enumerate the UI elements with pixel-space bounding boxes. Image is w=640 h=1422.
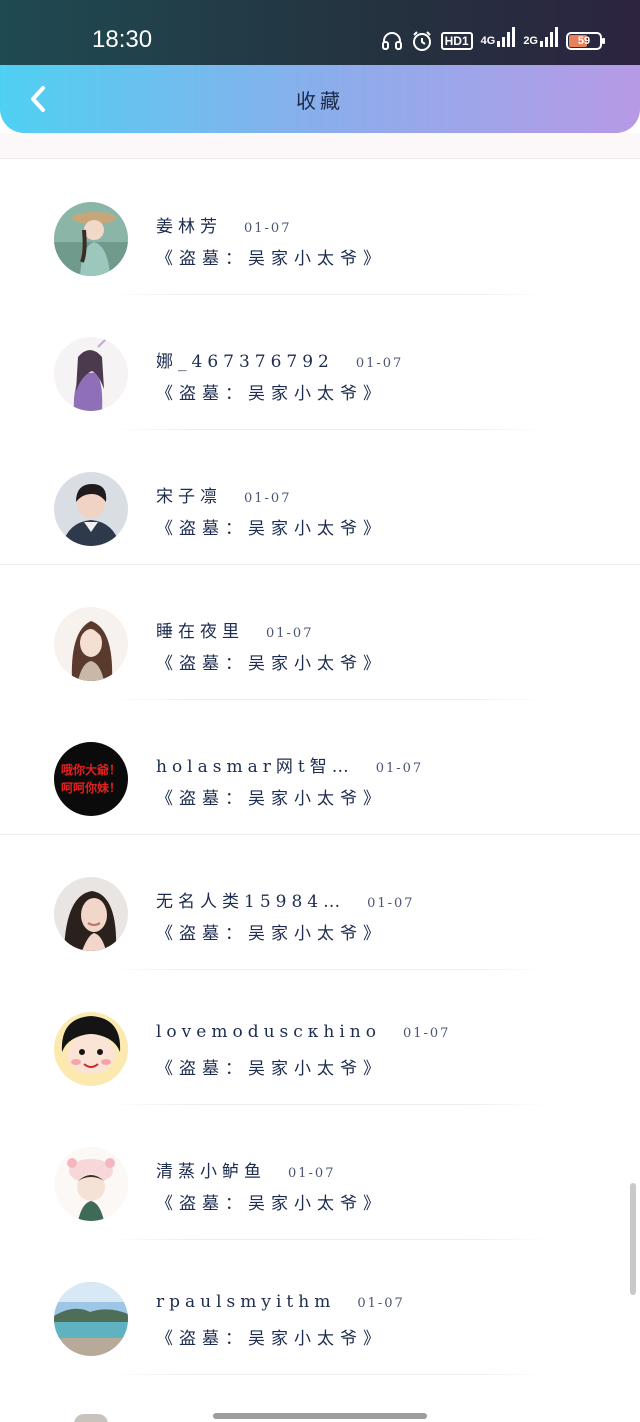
list-item[interactable]: rpaulsmyithm 01-07 《盗墓：吴家小太爷》: [0, 1240, 640, 1375]
battery-icon: 59: [566, 32, 605, 50]
date: 01-07: [402, 1026, 451, 1041]
avatar[interactable]: [54, 1012, 128, 1086]
book-title[interactable]: 《盗墓：吴家小太爷》: [156, 1189, 386, 1214]
book-title[interactable]: 《盗墓：吴家小太爷》: [156, 784, 386, 809]
list-item[interactable]: 姜林芳 01-07 《盗墓：吴家小太爷》: [0, 160, 640, 295]
list-item[interactable]: 清蒸小鲈鱼 01-07 《盗墓：吴家小太爷》: [0, 1105, 640, 1240]
divider: [110, 1374, 550, 1375]
avatar[interactable]: 哦你大爺！ 呵呵你妹！: [54, 742, 128, 816]
avatar[interactable]: [54, 877, 128, 951]
list-item[interactable]: lovemoduscкhino 01-07 《盗墓：吴家小太爷》: [0, 970, 640, 1105]
list-item[interactable]: 哦你大爺！ 呵呵你妹！ holasmar网t智… 01-07 《盗墓：吴家小太爷》: [0, 700, 640, 835]
date: 01-07: [244, 221, 292, 236]
hd-icon: HD1: [440, 32, 473, 50]
page-title: 收藏: [296, 89, 344, 113]
user-name: 宋子凛: [156, 487, 222, 507]
list-item[interactable]: 睡在夜里 01-07 《盗墓：吴家小太爷》: [0, 565, 640, 700]
date: 01-07: [357, 1296, 405, 1311]
net-4g-label: 4G: [480, 35, 496, 47]
date: 01-07: [244, 491, 292, 506]
status-icons: HD1 4G 2G 59: [381, 26, 605, 56]
book-title[interactable]: 《盗墓：吴家小太爷》: [156, 1054, 386, 1079]
net-2g-label: 2G: [523, 35, 538, 47]
user-name: rpaulsmyithm: [156, 1292, 336, 1312]
avatar-text-line-1: 哦你大爺！: [61, 762, 121, 777]
home-indicator[interactable]: [213, 1413, 427, 1419]
book-title[interactable]: 《盗墓：吴家小太爷》: [156, 379, 386, 404]
header-bar: 收藏: [0, 65, 640, 133]
date: 01-07: [375, 761, 424, 776]
user-name: lovemoduscкhino: [156, 1022, 381, 1042]
date: 01-07: [288, 1166, 336, 1181]
avatar[interactable]: [54, 202, 128, 276]
date: 01-07: [355, 356, 404, 371]
avatar-text-line-2: 呵呵你妹！: [61, 780, 121, 795]
scrollbar[interactable]: [630, 1183, 636, 1295]
user-name: 睡在夜里: [156, 622, 244, 642]
user-name: 无名人类15984…: [156, 892, 346, 912]
book-title[interactable]: 《盗墓：吴家小太爷》: [156, 1324, 386, 1349]
alarm-icon: [411, 30, 433, 52]
battery-level: 59: [577, 35, 591, 47]
avatar[interactable]: [54, 472, 128, 546]
list-item[interactable]: 娜_467376792 01-07 《盗墓：吴家小太爷》: [0, 295, 640, 430]
signal-2g-icon: 2G: [523, 27, 558, 47]
list-item[interactable]: 宋子凛 01-07 《盗墓：吴家小太爷》: [0, 430, 640, 565]
signal-4g-icon: 4G: [480, 27, 516, 47]
book-title[interactable]: 《盗墓：吴家小太爷》: [156, 919, 386, 944]
status-time: 18:30: [92, 26, 153, 53]
header-strip: [0, 133, 640, 159]
favorites-list: 姜林芳 01-07 《盗墓：吴家小太爷》 娜_467376792 01-07 《盗墓…: [0, 160, 640, 1375]
avatar[interactable]: [74, 1414, 108, 1422]
book-title[interactable]: 《盗墓：吴家小太爷》: [156, 649, 386, 674]
avatar[interactable]: [54, 1147, 128, 1221]
date: 01-07: [367, 896, 415, 911]
book-title[interactable]: 《盗墓：吴家小太爷》: [156, 244, 386, 269]
user-name: 姜林芳: [156, 217, 222, 237]
avatar[interactable]: [54, 607, 128, 681]
avatar[interactable]: [54, 337, 128, 411]
user-name: 清蒸小鲈鱼: [156, 1162, 266, 1182]
user-name: holasmar网t智…: [156, 757, 354, 777]
list-item[interactable]: 无名人类15984… 01-07 《盗墓：吴家小太爷》: [0, 835, 640, 970]
headset-icon: [381, 31, 403, 51]
date: 01-07: [266, 626, 314, 641]
book-title[interactable]: 《盗墓：吴家小太爷》: [156, 514, 386, 539]
user-name: 娜_467376792: [156, 352, 334, 372]
avatar[interactable]: [54, 1282, 128, 1356]
